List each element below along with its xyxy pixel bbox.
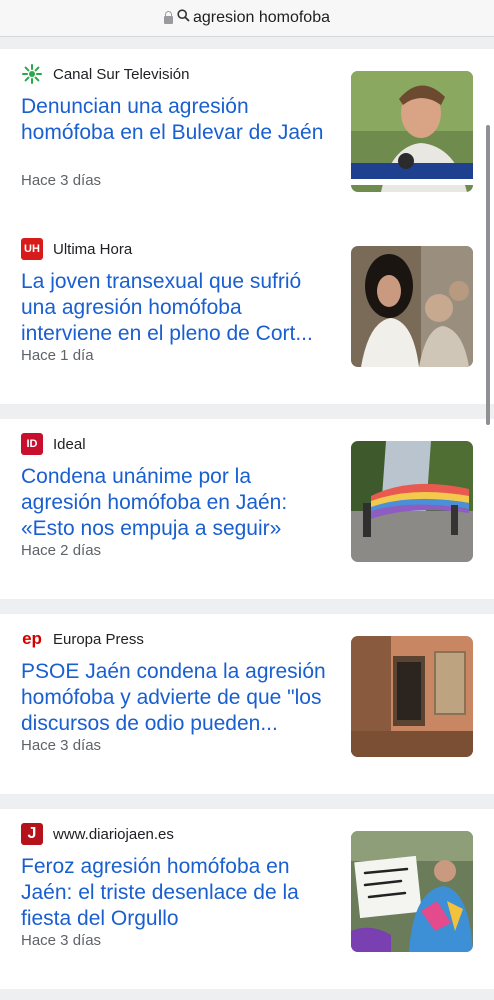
news-card[interactable]: ep Europa Press PSOE Jaén condena la agr… xyxy=(0,614,494,794)
article-age: Hace 3 días xyxy=(21,172,102,189)
news-card[interactable]: Canal Sur Televisión Denuncian una agres… xyxy=(0,49,494,229)
news-card[interactable]: ID Ideal Condena unánime por la agresión… xyxy=(0,419,494,599)
europa-press-logo-icon: ep xyxy=(22,629,42,648)
news-source: UH Ultima Hora xyxy=(21,238,132,260)
address-bar[interactable]: agresion homofoba xyxy=(0,0,494,37)
news-source: Canal Sur Televisión xyxy=(21,63,189,85)
article-age: Hace 2 días xyxy=(21,542,102,559)
ideal-logo-icon: ID xyxy=(21,433,43,455)
article-age: Hace 1 día xyxy=(21,347,94,364)
article-title[interactable]: PSOE Jaén condena la agresión homófoba y… xyxy=(21,659,333,737)
lock-icon xyxy=(164,11,173,24)
article-title[interactable]: Condena unánime por la agresión homófoba… xyxy=(21,464,333,542)
scrollbar[interactable] xyxy=(486,125,490,425)
article-thumbnail[interactable] xyxy=(351,636,473,757)
news-source: ep Europa Press xyxy=(21,628,144,650)
news-card[interactable]: J www.diariojaen.es Feroz agresión homóf… xyxy=(0,809,494,989)
article-thumbnail[interactable] xyxy=(351,441,473,562)
news-source: ID Ideal xyxy=(21,433,86,455)
article-age: Hace 3 días xyxy=(21,737,102,754)
article-thumbnail[interactable] xyxy=(351,831,473,952)
news-source: J www.diariojaen.es xyxy=(21,823,174,845)
article-thumbnail[interactable] xyxy=(351,71,473,192)
source-name: Ideal xyxy=(53,435,86,453)
article-title[interactable]: Feroz agresión homófoba en Jaén: el tris… xyxy=(21,854,333,932)
canal-sur-logo-icon xyxy=(21,63,43,85)
source-name: Canal Sur Televisión xyxy=(53,65,190,83)
source-name: Europa Press xyxy=(53,630,144,648)
search-icon xyxy=(177,9,190,27)
news-card[interactable]: UH Ultima Hora La joven transexual que s… xyxy=(0,224,494,404)
source-name: www.diariojaen.es xyxy=(53,825,174,843)
search-query: agresion homofoba xyxy=(193,9,330,26)
article-thumbnail[interactable] xyxy=(351,246,473,367)
ultima-hora-logo-icon: UH xyxy=(21,238,43,260)
diario-jaen-logo-icon: J xyxy=(21,823,43,845)
article-title[interactable]: La joven transexual que sufrió una agres… xyxy=(21,269,333,347)
article-title[interactable]: Denuncian una agresión homófoba en el Bu… xyxy=(21,94,333,146)
source-name: Ultima Hora xyxy=(53,240,133,258)
article-age: Hace 3 días xyxy=(21,932,102,949)
